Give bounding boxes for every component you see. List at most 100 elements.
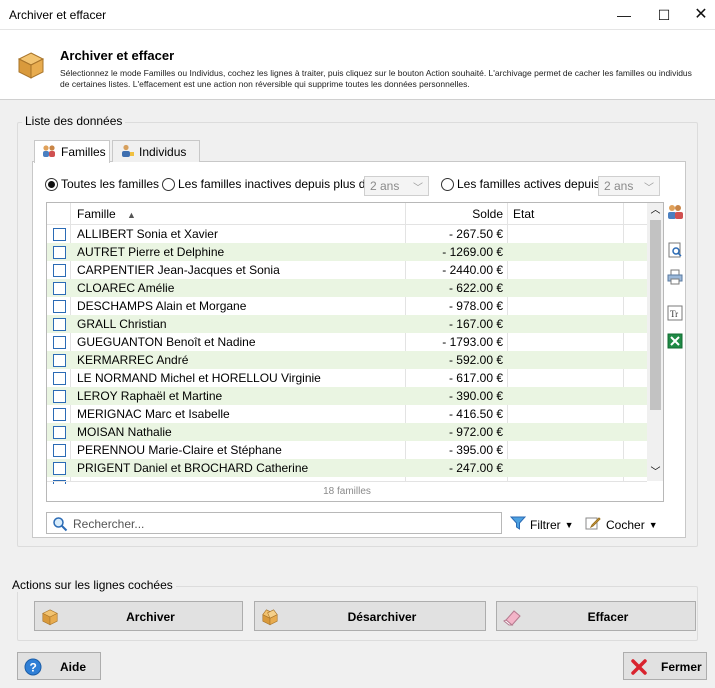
vertical-scrollbar[interactable]: ︿ ﹀ (647, 203, 663, 481)
eraser-icon (503, 608, 523, 629)
archive-box-icon (41, 608, 59, 629)
families-icon (41, 144, 57, 161)
radio-active-families[interactable]: Les familles actives depuis (441, 177, 600, 191)
row-checkbox[interactable] (53, 336, 66, 349)
row-checkbox[interactable] (53, 372, 66, 385)
tab-familles[interactable]: Familles (34, 140, 110, 163)
table-row[interactable]: MERIGNAC Marc et Isabelle - 416.50 € (47, 405, 647, 423)
table-row[interactable]: KERMARREC André - 592.00 € (47, 351, 647, 369)
radio-active-label: Les familles actives depuis (457, 177, 600, 191)
tab-individus-label: Individus (139, 145, 187, 159)
row-famille: MOISAN Nathalie (77, 425, 172, 439)
radio-inactive-indicator[interactable] (162, 177, 175, 191)
table-row[interactable]: MOISAN Nathalie - 972.00 € (47, 423, 647, 441)
check-button[interactable]: Cocher ▼ (585, 515, 658, 534)
row-famille: LE NORMAND Michel et HORELLOU Virginie (77, 371, 321, 385)
close-label: Fermer (661, 660, 702, 674)
row-checkbox[interactable] (53, 462, 66, 475)
row-checkbox[interactable] (53, 408, 66, 421)
table-row[interactable]: PERENNOU Marie-Claire et Stéphane - 395.0… (47, 441, 647, 459)
erase-button[interactable]: Effacer (496, 601, 696, 631)
table-row[interactable]: LE NORMAND Michel et HORELLOU Virginie - … (47, 369, 647, 387)
radio-active-indicator[interactable] (441, 177, 454, 191)
column-famille[interactable]: Famille ▲ (77, 207, 136, 221)
chevron-down-icon: ﹀ (644, 183, 654, 194)
row-solde: - 617.00 € (448, 371, 503, 385)
open-box-icon (261, 608, 279, 629)
tab-individus[interactable]: Individus (112, 140, 200, 162)
filter-icon (509, 515, 527, 534)
unarchive-button[interactable]: Désarchiver (254, 601, 486, 631)
column-etat[interactable]: Etat (513, 207, 534, 221)
table-row[interactable]: DESCHAMPS Alain et Morgane - 978.00 € (47, 297, 647, 315)
excel-export-icon[interactable] (666, 332, 684, 350)
window-title: Archiver et effacer (9, 8, 107, 22)
scroll-down-icon[interactable]: ﹀ (647, 465, 663, 481)
active-duration-select[interactable]: 2 ans ﹀ (598, 176, 660, 196)
row-checkbox[interactable] (53, 264, 66, 277)
row-famille: MERIGNAC Marc et Isabelle (77, 407, 230, 421)
minimize-button[interactable]: — (603, 0, 645, 30)
data-group-label: Liste des données (22, 114, 126, 128)
search-icon (52, 516, 68, 535)
open-family-button[interactable] (666, 203, 684, 221)
scrollbar-thumb[interactable] (650, 220, 661, 410)
help-icon: ? (24, 658, 42, 679)
row-solde: - 1793.00 € (442, 335, 503, 349)
close-button[interactable]: Fermer (623, 652, 707, 680)
search-input[interactable]: Rechercher... (46, 512, 502, 534)
row-checkbox[interactable] (53, 282, 66, 295)
erase-label: Effacer (587, 610, 629, 624)
table-row[interactable]: LEROY Raphaël et Martine - 390.00 € (47, 387, 647, 405)
row-famille: PRIGENT Daniel et BROCHARD Catherine (77, 461, 309, 475)
inactive-duration-select[interactable]: 2 ans ﹀ (364, 176, 429, 196)
radio-inactive-families[interactable]: Les familles inactives depuis plus de (162, 177, 372, 191)
families-list[interactable]: Famille ▲ Solde Etat ALLIBERT Sonia et X… (46, 202, 664, 502)
unarchive-label: Désarchiver (347, 610, 417, 624)
table-row[interactable]: AUTRET Pierre et Delphine - 1269.00 € (47, 243, 647, 261)
row-checkbox[interactable] (53, 318, 66, 331)
row-checkbox[interactable] (53, 228, 66, 241)
table-row[interactable]: CARPENTIER Jean-Jacques et Sonia - 2440.0… (47, 261, 647, 279)
table-row[interactable]: ALLIBERT Sonia et Xavier - 267.50 € (47, 225, 647, 243)
table-row[interactable]: GRALL Christian - 167.00 € (47, 315, 647, 333)
check-label: Cocher (606, 517, 645, 532)
row-checkbox[interactable] (53, 390, 66, 403)
row-solde: - 167.00 € (448, 317, 503, 331)
table-row[interactable]: CLOAREC Amélie - 622.00 € (47, 279, 647, 297)
list-header: Famille ▲ Solde Etat (47, 203, 647, 225)
table-row[interactable]: PRIGENT Daniel et BROCHARD Catherine - 24… (47, 459, 647, 477)
radio-all-label: Toutes les familles (61, 177, 160, 191)
row-solde: - 622.00 € (448, 281, 503, 295)
chevron-down-icon: ﹀ (413, 183, 423, 194)
radio-all-indicator[interactable] (45, 177, 58, 191)
row-checkbox[interactable] (53, 354, 66, 367)
svg-text:Tr: Tr (670, 309, 678, 319)
export-text-icon[interactable]: Tr (666, 304, 684, 322)
archive-button[interactable]: Archiver (34, 601, 243, 631)
help-label: Aide (60, 660, 87, 674)
close-window-button[interactable]: ✕ (680, 0, 715, 30)
svg-text:?: ? (30, 661, 37, 675)
row-solde: - 395.00 € (448, 443, 503, 457)
preview-icon[interactable] (666, 241, 684, 259)
row-checkbox[interactable] (53, 300, 66, 313)
scroll-up-icon[interactable]: ︿ (647, 203, 663, 219)
row-famille: GUEGUANTON Benoît et Nadine (77, 335, 256, 349)
row-checkbox[interactable] (53, 444, 66, 457)
row-checkbox[interactable] (53, 246, 66, 259)
row-checkbox[interactable] (53, 426, 66, 439)
search-placeholder: Rechercher... (73, 517, 145, 531)
check-dropdown-icon: ▼ (648, 519, 658, 530)
row-solde: - 416.50 € (448, 407, 503, 421)
filter-button[interactable]: Filtrer ▼ (509, 515, 574, 534)
radio-all-families[interactable]: Toutes les familles (45, 177, 159, 191)
list-footer-count: 18 familles (47, 481, 647, 501)
table-row[interactable]: GUEGUANTON Benoît et Nadine - 1793.00 € (47, 333, 647, 351)
column-solde[interactable]: Solde (472, 207, 503, 221)
help-button[interactable]: ? Aide (17, 652, 101, 680)
active-duration-value: 2 ans (604, 179, 634, 193)
column-famille-label: Famille (77, 207, 116, 221)
maximize-button[interactable]: ☐ (643, 0, 685, 30)
print-icon[interactable] (666, 268, 684, 286)
